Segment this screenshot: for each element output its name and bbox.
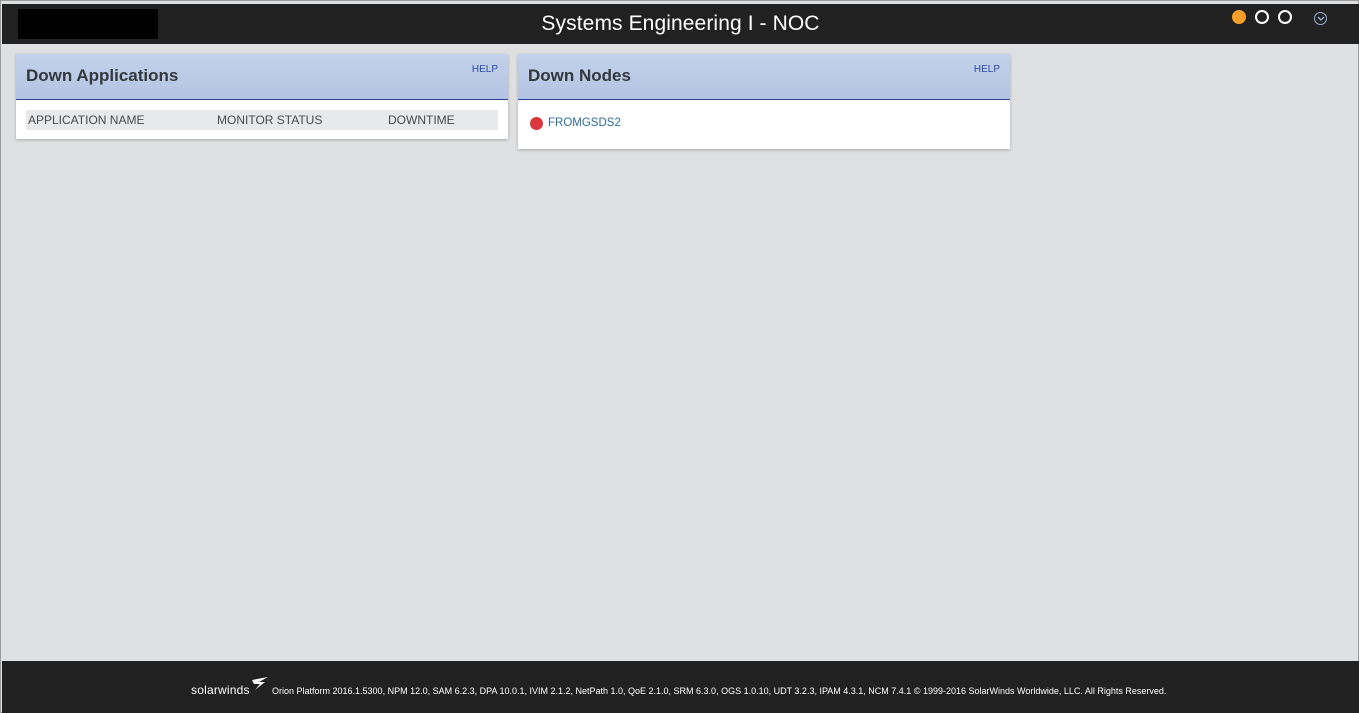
page-dot-1[interactable] (1232, 10, 1246, 24)
column-header-monitor-status[interactable]: MONITOR STATUS (217, 113, 322, 127)
column-header-application-name[interactable]: APPLICATION NAME (28, 113, 144, 127)
help-link[interactable]: HELP (974, 64, 1000, 75)
node-link[interactable]: FROMGSDS2 (548, 117, 621, 129)
help-link[interactable]: HELP (472, 64, 498, 75)
panel-header: Down Nodes HELP (518, 54, 1010, 100)
page-dot-2[interactable] (1255, 10, 1269, 24)
page-frame: Systems Engineering I - NOC Down Applica… (0, 0, 1359, 713)
copyright-text: Orion Platform 2016.1.5300, NPM 12.0, SA… (272, 686, 1167, 696)
table-header: APPLICATION NAME MONITOR STATUS DOWNTIME (26, 110, 498, 130)
footer: solarwinds Orion Platform 2016.1.5300, N… (2, 661, 1359, 713)
column-header-downtime[interactable]: DOWNTIME (388, 113, 455, 127)
down-applications-panel: Down Applications HELP APPLICATION NAME … (16, 54, 508, 139)
panel-title: Down Applications (26, 66, 179, 85)
down-nodes-panel: Down Nodes HELP FROMGSDS2 (518, 54, 1010, 149)
panel-title: Down Nodes (528, 66, 631, 85)
menu-toggle-button[interactable] (1314, 12, 1327, 25)
panel-header: Down Applications HELP (16, 54, 508, 100)
status-down-icon (530, 117, 543, 130)
solarwinds-logo: solarwinds (191, 683, 250, 697)
chevron-down-icon (1317, 16, 1325, 21)
top-bar: Systems Engineering I - NOC (2, 4, 1359, 44)
solarwinds-logo-mark-icon (252, 677, 268, 690)
page-title: Systems Engineering I - NOC (541, 12, 820, 35)
page-dot-3[interactable] (1278, 10, 1292, 24)
